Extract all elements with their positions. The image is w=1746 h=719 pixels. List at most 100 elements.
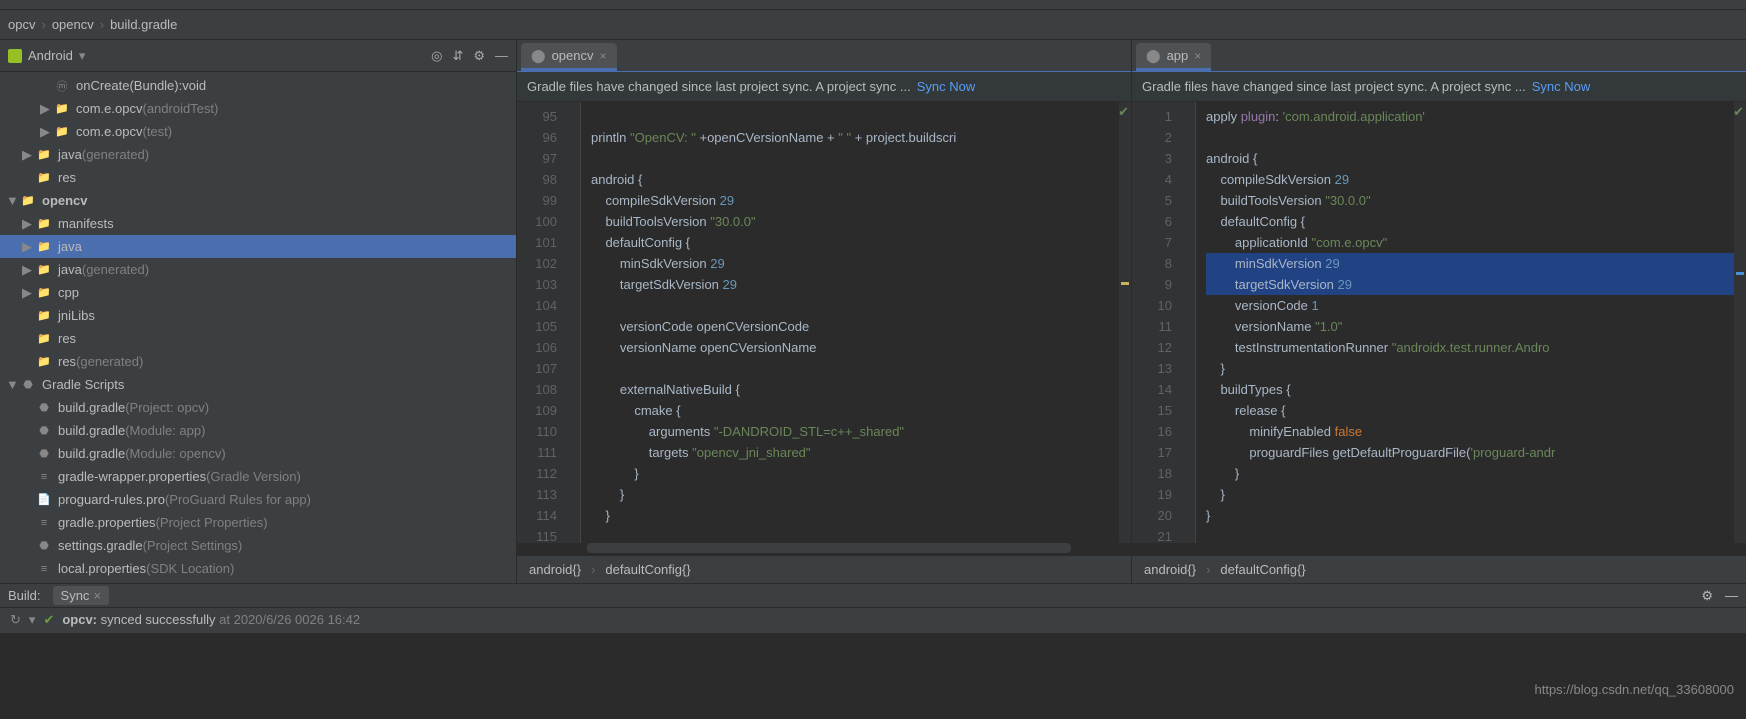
tree-item[interactable]: ▼📁opencv [0,189,516,212]
tree-item[interactable]: ⬣settings.gradle (Project Settings) [0,534,516,557]
tree-item[interactable]: ▶📁 java [0,235,516,258]
fold-gutter[interactable] [1180,102,1196,543]
tree-item-label: res [58,170,76,185]
fold-gutter[interactable] [565,102,581,543]
tree-item[interactable]: ▶📁cpp [0,281,516,304]
close-icon[interactable]: × [93,588,101,603]
expand-arrow-icon[interactable]: ▶ [22,147,34,163]
tree-item[interactable]: 📁res [0,166,516,189]
tree-item[interactable]: ≡gradle-wrapper.properties (Gradle Versi… [0,465,516,488]
code-content[interactable]: println "OpenCV: " +openCVersionName + "… [581,102,1119,543]
sync-tab[interactable]: Sync × [53,586,110,605]
tree-item[interactable]: 📁res (generated) [0,350,516,373]
tree-item[interactable]: 📁res [0,327,516,350]
chevron-down-icon[interactable]: ▾ [79,48,86,64]
tree-item-label: settings.gradle [58,538,143,553]
tree-item[interactable]: ▼⬣Gradle Scripts [0,373,516,396]
code-content[interactable]: apply plugin: 'com.android.application' … [1196,102,1734,543]
breadcrumb-item[interactable]: opcv [8,17,35,32]
expand-arrow-icon[interactable]: ▶ [22,239,34,255]
tree-item-label: res [58,331,76,346]
tree-item-label: java [58,262,82,277]
tree-item-dim: (androidTest) [142,101,218,116]
editor-tab-app[interactable]: ⬤ app × [1136,43,1211,71]
android-icon [8,49,22,63]
expand-arrow-icon[interactable]: ▼ [6,377,18,392]
tree-item[interactable]: ≡local.properties (SDK Location) [0,557,516,580]
check-icon: ✔ [1118,104,1129,120]
sync-banner: Gradle files have changed since last pro… [517,72,1131,102]
folder-gen-icon: 📁 [36,263,52,277]
tree-item[interactable]: ▶📁java (generated) [0,143,516,166]
crumb-item[interactable]: defaultConfig{} [1220,562,1305,577]
tree-item[interactable]: ⓜonCreate(Bundle):void [0,74,516,97]
crumb-item[interactable]: defaultConfig{} [605,562,690,577]
sync-now-link[interactable]: Sync Now [1532,79,1591,94]
tree-item-dim: (Project: opcv) [125,400,209,415]
tree-item[interactable]: ▶📁manifests [0,212,516,235]
breadcrumb-item[interactable]: opencv [52,17,94,32]
gear-icon[interactable]: ⚙ [1701,588,1713,604]
code-editor[interactable]: 9596979899100101102103104105106107108109… [517,102,1131,543]
editor-pane-right: ⬤ app × Gradle files have changed since … [1132,40,1746,583]
tree-item-label: opencv [42,193,88,208]
main-toolbar [0,0,1746,10]
tree-item[interactable]: ⬣build.gradle (Project: opcv) [0,396,516,419]
tab-label: app [1167,48,1189,63]
tree-item-label: java [58,239,82,254]
code-editor[interactable]: 123456789101112131415161718192021 apply … [1132,102,1746,543]
tree-item-label: onCreate(Bundle):void [76,78,206,93]
tree-item-dim: (generated) [82,262,149,277]
sync-now-link[interactable]: Sync Now [917,79,976,94]
sidebar-view-selector[interactable]: Android [28,48,73,63]
expand-arrow-icon[interactable]: ▶ [40,124,52,140]
expand-arrow-icon[interactable]: ▼ [6,193,18,208]
close-icon[interactable]: × [599,49,606,63]
editor-tab-opencv[interactable]: ⬤ opencv × [521,43,617,71]
file-icon: 📄 [36,493,52,507]
filter-icon[interactable]: ⇵ [452,48,463,64]
close-icon[interactable]: × [1194,49,1201,63]
tree-item-label: build.gradle [58,446,125,461]
warning-marker[interactable] [1121,282,1129,285]
tree-item[interactable]: ▶📁 java (generated) [0,258,516,281]
gradle-icon: ⬣ [36,401,52,415]
tree-item[interactable]: ⬣build.gradle (Module: opencv) [0,442,516,465]
tree-item-label: proguard-rules.pro [58,492,165,507]
tree-item-label: Gradle Scripts [42,377,124,392]
target-icon[interactable]: ◎ [431,48,442,64]
code-crumbs: android{} › defaultConfig{} [1132,555,1746,583]
folder-blue-icon: 📁 [36,240,52,254]
collapse-icon[interactable]: — [1725,588,1738,603]
tree-item[interactable]: ⬣build.gradle (Module: app) [0,419,516,442]
crumb-item[interactable]: android{} [529,562,581,577]
chevron-down-icon[interactable]: ▾ [29,612,36,628]
expand-arrow-icon[interactable]: ▶ [22,216,34,232]
project-tree[interactable]: ⓜonCreate(Bundle):void▶📁com.e.opcv (andr… [0,72,516,583]
prop-icon: ≡ [36,516,52,530]
check-icon: ✔ [1733,104,1744,120]
restart-icon[interactable]: ↻ [10,612,21,628]
folder-blue-icon: 📁 [36,217,52,231]
gear-icon[interactable]: ⚙ [473,48,485,64]
tree-item[interactable]: ▶📁com.e.opcv (test) [0,120,516,143]
tree-item-label: local.properties [58,561,146,576]
editor-tab-bar: ⬤ app × [1132,40,1746,72]
tree-item-dim: (Gradle Version) [206,469,301,484]
horizontal-scrollbar[interactable] [587,543,1071,553]
breadcrumb-item[interactable]: build.gradle [110,17,177,32]
expand-arrow-icon[interactable]: ▶ [22,262,34,278]
collapse-icon[interactable]: — [495,48,508,64]
tree-item[interactable]: ▶📁com.e.opcv (androidTest) [0,97,516,120]
tree-item-label: com.e.opcv [76,124,142,139]
expand-arrow-icon[interactable]: ▶ [40,101,52,117]
selection-marker[interactable] [1736,272,1744,275]
tree-item[interactable]: ≡gradle.properties (Project Properties) [0,511,516,534]
expand-arrow-icon[interactable]: ▶ [22,285,34,301]
marker-gutter: ✔ [1119,102,1131,543]
gradle-icon: ⬣ [36,424,52,438]
tree-item[interactable]: 📁jniLibs [0,304,516,327]
tree-item[interactable]: 📄proguard-rules.pro (ProGuard Rules for … [0,488,516,511]
crumb-item[interactable]: android{} [1144,562,1196,577]
breadcrumb: opcv › opencv › build.gradle [0,10,1746,40]
